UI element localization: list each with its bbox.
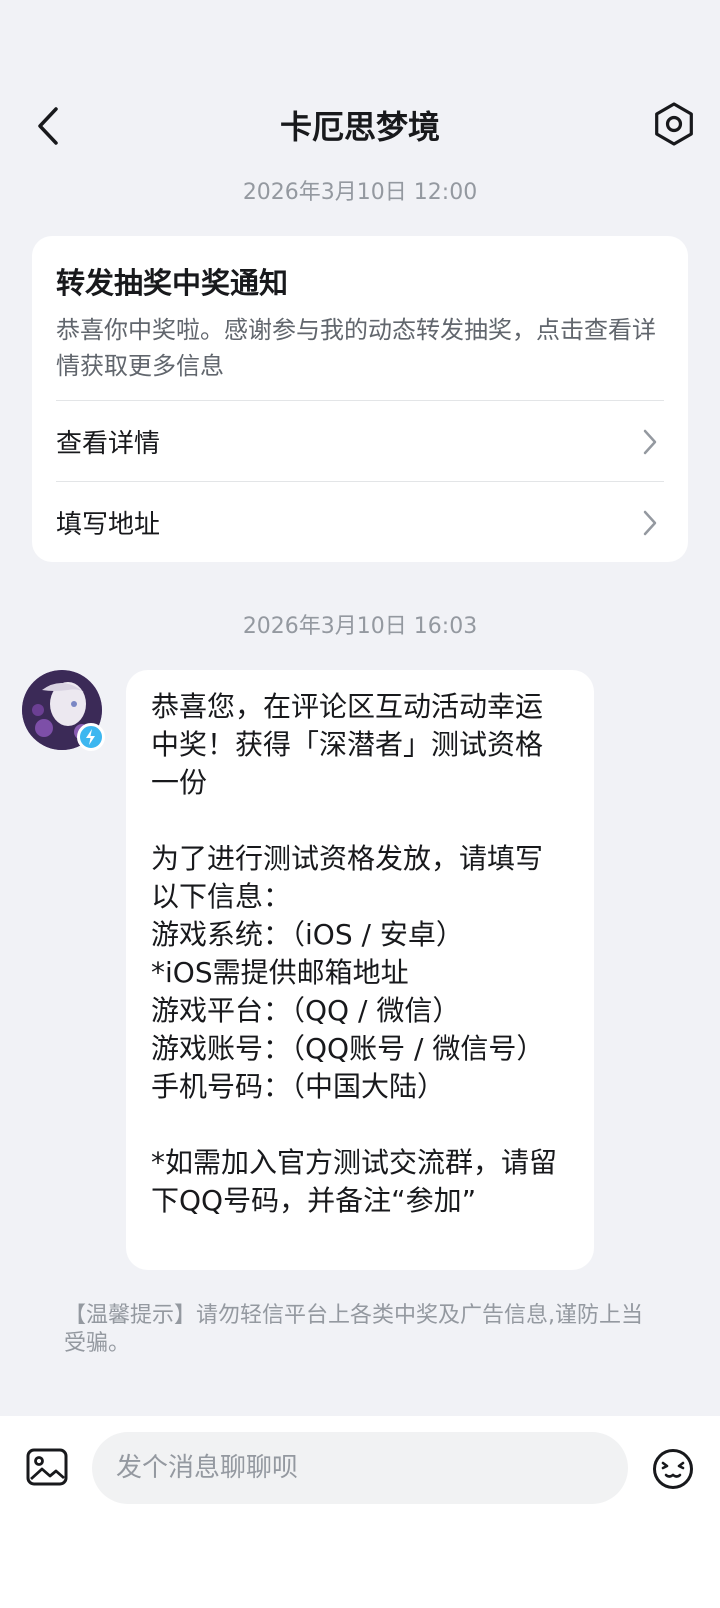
image-icon (26, 1448, 68, 1486)
settings-button[interactable] (650, 100, 698, 148)
timestamp: 2026年3月10日 16:03 (242, 614, 478, 639)
row-label: 填写地址 (56, 510, 161, 540)
card-title: 转发抽奖中奖通知 (56, 266, 289, 300)
message-text: 恭喜您，在评论区互动活动幸运中奖！获得「深潜者」测试资格一份 为了进行测试资格发… (151, 690, 558, 1217)
verified-badge (77, 723, 105, 751)
image-button[interactable] (26, 1448, 68, 1486)
settings-hexagon-icon (655, 102, 693, 146)
timestamp: 2026年3月10日 12:00 (242, 180, 478, 205)
input-bar (0, 1416, 720, 1608)
chevron-right-icon (643, 429, 657, 455)
chat-screen: 卡厄思梦境 2026年3月10日 12:00 转发抽奖中奖通知 恭喜你中奖啦。感… (0, 0, 720, 1608)
card-description: 恭喜你中奖啦。感谢参与我的动态转发抽奖，点击查看详情获取更多信息 (56, 316, 656, 380)
fill-address-row[interactable]: 填写地址 (32, 482, 688, 562)
message-bubble[interactable]: 恭喜您，在评论区互动活动幸运中奖！获得「深潜者」测试资格一份 为了进行测试资格发… (126, 670, 594, 1270)
notification-card[interactable]: 转发抽奖中奖通知 恭喜你中奖啦。感谢参与我的动态转发抽奖，点击查看详情获取更多信… (32, 236, 688, 562)
header: 卡厄思梦境 (0, 90, 720, 160)
chevron-right-icon (643, 510, 657, 536)
lightning-badge-icon (86, 729, 95, 745)
emoji-button[interactable] (652, 1448, 694, 1490)
view-details-row[interactable]: 查看详情 (32, 401, 688, 481)
message-input[interactable] (92, 1432, 628, 1504)
row-label: 查看详情 (56, 429, 161, 459)
page-title: 卡厄思梦境 (279, 108, 440, 146)
warning-tip: 【温馨提示】请勿轻信平台上各类中奖及广告信息,谨防上当受骗。 (64, 1303, 643, 1356)
emoji-icon (653, 1449, 693, 1489)
